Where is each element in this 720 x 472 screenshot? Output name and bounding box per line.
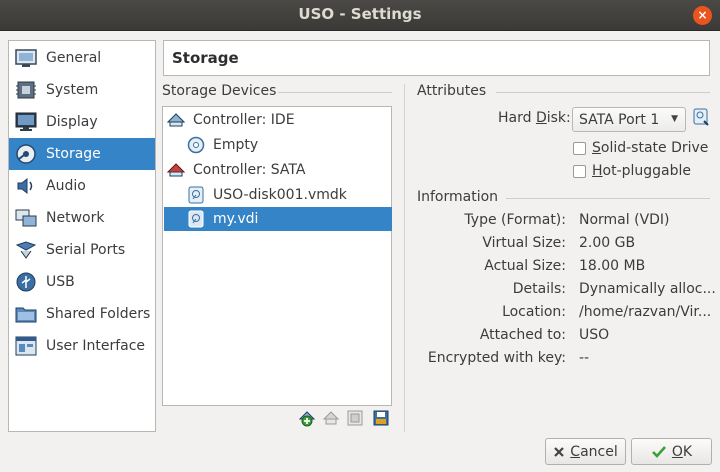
sidebar-item-label: User Interface xyxy=(46,338,146,354)
info-value: /home/razvan/Vir... xyxy=(579,304,712,320)
remove-controller-button[interactable] xyxy=(372,409,390,431)
ok-button-label: OK xyxy=(671,443,693,460)
section-divider xyxy=(278,92,392,93)
cancel-button[interactable]: Cancel xyxy=(545,438,626,465)
section-divider xyxy=(496,92,710,93)
attributes-title: Attributes xyxy=(417,83,487,99)
ok-button[interactable]: OK xyxy=(631,438,712,465)
section-divider xyxy=(506,198,710,199)
info-value: 2.00 GB xyxy=(579,235,636,251)
info-value: USO xyxy=(579,327,610,343)
display-icon xyxy=(15,111,37,133)
choose-disk-button[interactable] xyxy=(692,108,710,130)
info-key: Attached to: xyxy=(479,327,566,343)
close-button[interactable]: × xyxy=(693,6,712,25)
serial-ports-icon xyxy=(15,239,37,261)
sidebar-item-label: Storage xyxy=(46,146,101,162)
audio-icon xyxy=(15,175,37,197)
system-icon xyxy=(15,79,37,101)
info-value: Dynamically alloc... xyxy=(579,281,716,297)
chevron-down-icon: ▼ xyxy=(671,114,678,124)
remove-attachment-button[interactable] xyxy=(322,411,340,429)
hard-disk-select[interactable]: SATA Port 1 ▼ xyxy=(572,107,686,132)
tree-node-controller-ide[interactable]: Controller: IDE xyxy=(167,108,295,132)
add-attachment-button[interactable] xyxy=(298,411,316,429)
title-bar: USO - Settings × xyxy=(0,0,720,31)
sidebar-item-audio[interactable]: Audio xyxy=(9,170,155,202)
sidebar-item-display[interactable]: Display xyxy=(9,106,155,138)
sidebar-item-shared-folders[interactable]: Shared Folders xyxy=(9,298,155,330)
hot-pluggable-checkbox[interactable] xyxy=(573,165,586,178)
ide-controller-icon xyxy=(167,111,185,129)
optical-disc-icon xyxy=(187,136,205,154)
sidebar-item-network[interactable]: Network xyxy=(9,202,155,234)
tree-node-label: Controller: IDE xyxy=(193,112,295,128)
info-key: Encrypted with key: xyxy=(427,350,566,366)
cancel-button-label: Cancel xyxy=(570,443,618,460)
shared-folders-icon xyxy=(15,303,37,325)
user-interface-icon xyxy=(15,335,37,357)
info-value: Normal (VDI) xyxy=(579,212,670,228)
info-key: Type (Format): xyxy=(464,212,566,228)
sidebar-item-label: USB xyxy=(46,274,75,290)
tree-node-controller-sata[interactable]: Controller: SATA xyxy=(167,158,305,182)
info-value: -- xyxy=(579,350,590,366)
sidebar-item-label: Display xyxy=(46,114,98,130)
hard-disk-icon xyxy=(187,210,205,228)
remove-controller-icon xyxy=(372,409,390,431)
sidebar-item-usb[interactable]: USB xyxy=(9,266,155,298)
tree-node-optical[interactable]: Empty xyxy=(187,133,258,157)
sidebar-item-general[interactable]: General xyxy=(9,42,155,74)
info-key: Details: xyxy=(512,281,566,297)
add-controller-icon xyxy=(346,409,364,431)
sidebar-item-label: Audio xyxy=(46,178,86,194)
add-controller-button[interactable] xyxy=(346,409,364,431)
sidebar-item-label: General xyxy=(46,50,102,66)
storage-icon xyxy=(15,143,37,165)
tree-node-disk-vmdk[interactable]: USO-disk001.vmdk xyxy=(187,183,347,207)
remove-attachment-icon xyxy=(322,409,340,431)
tree-node-label: Controller: SATA xyxy=(193,162,306,178)
hot-pluggable-label: Hot-pluggable xyxy=(592,163,692,179)
page-header: Storage xyxy=(163,40,710,76)
sata-controller-icon xyxy=(167,161,185,179)
sidebar-item-label: System xyxy=(46,82,99,98)
hard-disk-label: Hard Disk: xyxy=(498,110,571,126)
sidebar-item-label: Serial Ports xyxy=(46,242,126,258)
tree-node-label: USO-disk001.vmdk xyxy=(213,187,347,203)
network-icon xyxy=(15,207,37,229)
checkmark-icon xyxy=(651,445,667,459)
sidebar-item-system[interactable]: System xyxy=(9,74,155,106)
tree-node-label: my.vdi xyxy=(213,211,259,227)
info-key: Virtual Size: xyxy=(482,235,566,251)
cancel-icon xyxy=(553,446,565,458)
choose-disk-icon xyxy=(692,108,710,130)
settings-sidebar: General System Display Storage Audio Net… xyxy=(8,40,156,432)
sidebar-item-storage[interactable]: Storage xyxy=(9,138,155,170)
add-attachment-icon xyxy=(298,409,316,431)
usb-icon xyxy=(15,271,37,293)
sidebar-item-label: Network xyxy=(46,210,105,226)
info-key: Actual Size: xyxy=(484,258,566,274)
sidebar-item-serial-ports[interactable]: Serial Ports xyxy=(9,234,155,266)
info-key: Location: xyxy=(502,304,566,320)
hard-disk-select-value: SATA Port 1 xyxy=(579,111,660,128)
solid-state-checkbox[interactable] xyxy=(573,142,586,155)
sidebar-item-label: Shared Folders xyxy=(46,306,151,322)
information-title: Information xyxy=(417,189,499,205)
storage-devices-title: Storage Devices xyxy=(162,83,277,99)
general-icon xyxy=(15,47,37,69)
sidebar-item-user-interface[interactable]: User Interface xyxy=(9,330,155,362)
window-title: USO - Settings xyxy=(298,5,422,23)
info-value: 18.00 MB xyxy=(579,258,646,274)
hard-disk-icon xyxy=(187,186,205,204)
tree-node-label: Empty xyxy=(213,137,259,153)
page-title: Storage xyxy=(172,49,239,67)
solid-state-label: Solid-state Drive xyxy=(592,140,709,156)
